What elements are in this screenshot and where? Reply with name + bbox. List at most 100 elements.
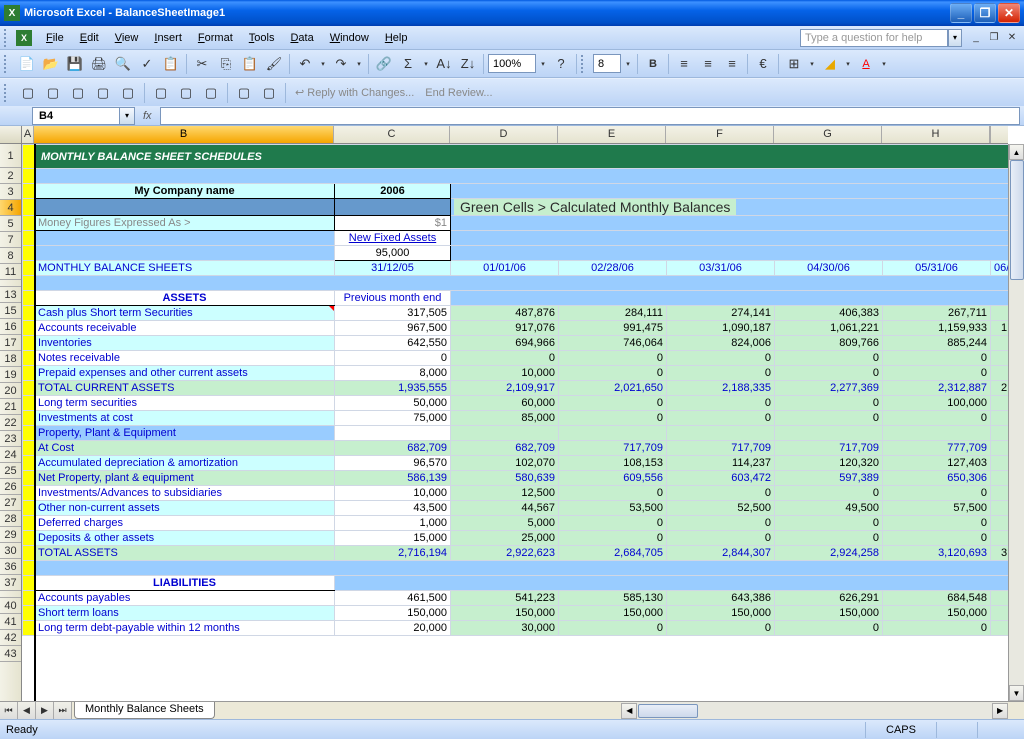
row-header-5[interactable]: 5 — [0, 216, 21, 232]
scroll-thumb-h[interactable] — [638, 704, 698, 718]
scroll-right-icon[interactable]: ▶ — [992, 703, 1008, 719]
end-review-label[interactable]: End Review... — [421, 87, 496, 99]
copy-icon[interactable]: ⎘ — [215, 53, 237, 75]
row-header-37[interactable]: 37 — [0, 575, 21, 591]
open-icon[interactable]: 📂 — [40, 53, 62, 75]
reply-label[interactable]: ↩ Reply with Changes... — [291, 86, 418, 99]
tab-prev-icon[interactable]: ◀ — [18, 702, 36, 719]
col-header-F[interactable]: F — [666, 126, 774, 143]
menu-tools[interactable]: Tools — [241, 29, 283, 47]
row-header-16[interactable]: 16 — [0, 319, 21, 335]
maximize-button[interactable]: ❐ — [974, 3, 996, 23]
grip-icon[interactable] — [4, 29, 10, 47]
t2-icon[interactable]: ▢ — [258, 82, 280, 104]
col-header-E[interactable]: E — [558, 126, 666, 143]
menu-data[interactable]: Data — [282, 29, 321, 47]
col-header-B[interactable]: B — [34, 126, 334, 143]
sum-icon[interactable]: Σ — [397, 53, 419, 75]
cells-area[interactable]: MONTHLY BALANCE SHEET SCHEDULESMy Compan… — [22, 144, 1008, 701]
t2-icon[interactable]: ▢ — [92, 82, 114, 104]
fc-dd-icon[interactable]: ▾ — [879, 60, 889, 68]
row-header-40[interactable]: 40 — [0, 598, 21, 614]
menu-edit[interactable]: Edit — [72, 29, 107, 47]
align-right-icon[interactable]: ≡ — [721, 53, 743, 75]
doc-close-button[interactable]: ✕ — [1004, 31, 1020, 45]
row-header-29[interactable]: 29 — [0, 527, 21, 543]
col-header-D[interactable]: D — [450, 126, 558, 143]
row-header-21[interactable]: 21 — [0, 399, 21, 415]
sort-asc-icon[interactable]: A↓ — [433, 53, 455, 75]
menu-format[interactable]: Format — [190, 29, 241, 47]
t2-icon[interactable]: ▢ — [117, 82, 139, 104]
col-header-A[interactable]: A — [22, 126, 34, 143]
cut-icon[interactable]: ✂ — [191, 53, 213, 75]
t2-icon[interactable]: ▢ — [67, 82, 89, 104]
help-icon[interactable]: ? — [550, 53, 572, 75]
row-header-7[interactable]: 7 — [0, 232, 21, 248]
help-search-input[interactable]: Type a question for help — [800, 29, 948, 47]
row-header-11[interactable]: 11 — [0, 264, 21, 280]
menu-file[interactable]: File — [38, 29, 72, 47]
row-header-12[interactable] — [0, 280, 21, 287]
paste-icon[interactable]: 📋 — [239, 53, 261, 75]
row-header-22[interactable]: 22 — [0, 415, 21, 431]
align-center-icon[interactable]: ≡ — [697, 53, 719, 75]
row-header-30[interactable]: 30 — [0, 543, 21, 559]
redo-icon[interactable]: ↷ — [330, 53, 352, 75]
fontsize-dd-icon[interactable]: ▾ — [623, 60, 633, 68]
row-header-43[interactable]: 43 — [0, 646, 21, 662]
row-header-1[interactable]: 1 — [0, 144, 21, 168]
scroll-left-icon[interactable]: ◀ — [621, 703, 637, 719]
zoom-dd-icon[interactable]: ▾ — [538, 60, 548, 68]
fx-icon[interactable]: fx — [135, 110, 160, 122]
row-header-28[interactable]: 28 — [0, 511, 21, 527]
doc-minimize-button[interactable]: _ — [968, 31, 984, 45]
fontsize-input[interactable]: 8 — [593, 54, 621, 73]
grip-icon[interactable] — [581, 55, 587, 73]
link-icon[interactable]: 🔗 — [373, 53, 395, 75]
t2-icon[interactable]: ▢ — [175, 82, 197, 104]
row-header-27[interactable]: 27 — [0, 495, 21, 511]
sort-desc-icon[interactable]: Z↓ — [457, 53, 479, 75]
new-icon[interactable]: 📄 — [16, 53, 38, 75]
grip-icon[interactable] — [4, 55, 10, 73]
row-header-26[interactable]: 26 — [0, 479, 21, 495]
doc-icon[interactable]: X — [16, 30, 32, 46]
tab-first-icon[interactable]: ⏮ — [0, 702, 18, 719]
currency-icon[interactable]: € — [752, 53, 774, 75]
tab-last-icon[interactable]: ⏭ — [54, 702, 72, 719]
zoom-input[interactable]: 100% — [488, 54, 536, 73]
t2-icon[interactable]: ▢ — [200, 82, 222, 104]
fill-dd-icon[interactable]: ▾ — [843, 60, 853, 68]
redo-dd-icon[interactable]: ▾ — [354, 60, 364, 68]
select-all-corner[interactable] — [0, 126, 22, 143]
col-header-G[interactable]: G — [774, 126, 882, 143]
font-color-icon[interactable]: A — [855, 53, 877, 75]
col-header-H[interactable]: H — [882, 126, 990, 143]
row-header-2[interactable]: 2 — [0, 168, 21, 184]
row-header-23[interactable]: 23 — [0, 431, 21, 447]
row-header-41[interactable]: 41 — [0, 614, 21, 630]
row-header-15[interactable]: 15 — [0, 303, 21, 319]
row-header-24[interactable]: 24 — [0, 447, 21, 463]
format-painter-icon[interactable]: 🖌 — [263, 53, 285, 75]
t2-icon[interactable]: ▢ — [150, 82, 172, 104]
t2-icon[interactable]: ▢ — [17, 82, 39, 104]
menu-window[interactable]: Window — [322, 29, 377, 47]
grip-icon[interactable] — [4, 84, 10, 102]
align-left-icon[interactable]: ≡ — [673, 53, 695, 75]
minimize-button[interactable]: _ — [950, 3, 972, 23]
horizontal-scrollbar[interactable]: ◀ ▶ — [621, 702, 1008, 719]
vertical-scrollbar[interactable]: ▲ ▼ — [1008, 144, 1024, 701]
row-header-36[interactable]: 36 — [0, 559, 21, 575]
row-header-25[interactable]: 25 — [0, 463, 21, 479]
row-header-3[interactable]: 3 — [0, 184, 21, 200]
scroll-down-icon[interactable]: ▼ — [1009, 685, 1024, 701]
row-header-4[interactable]: 4 — [0, 200, 21, 216]
row-header-19[interactable]: 19 — [0, 367, 21, 383]
name-box[interactable]: B4 — [32, 107, 120, 125]
menu-insert[interactable]: Insert — [146, 29, 190, 47]
close-button[interactable]: ✕ — [998, 3, 1020, 23]
doc-restore-button[interactable]: ❐ — [986, 31, 1002, 45]
row-header-13[interactable]: 13 — [0, 287, 21, 303]
